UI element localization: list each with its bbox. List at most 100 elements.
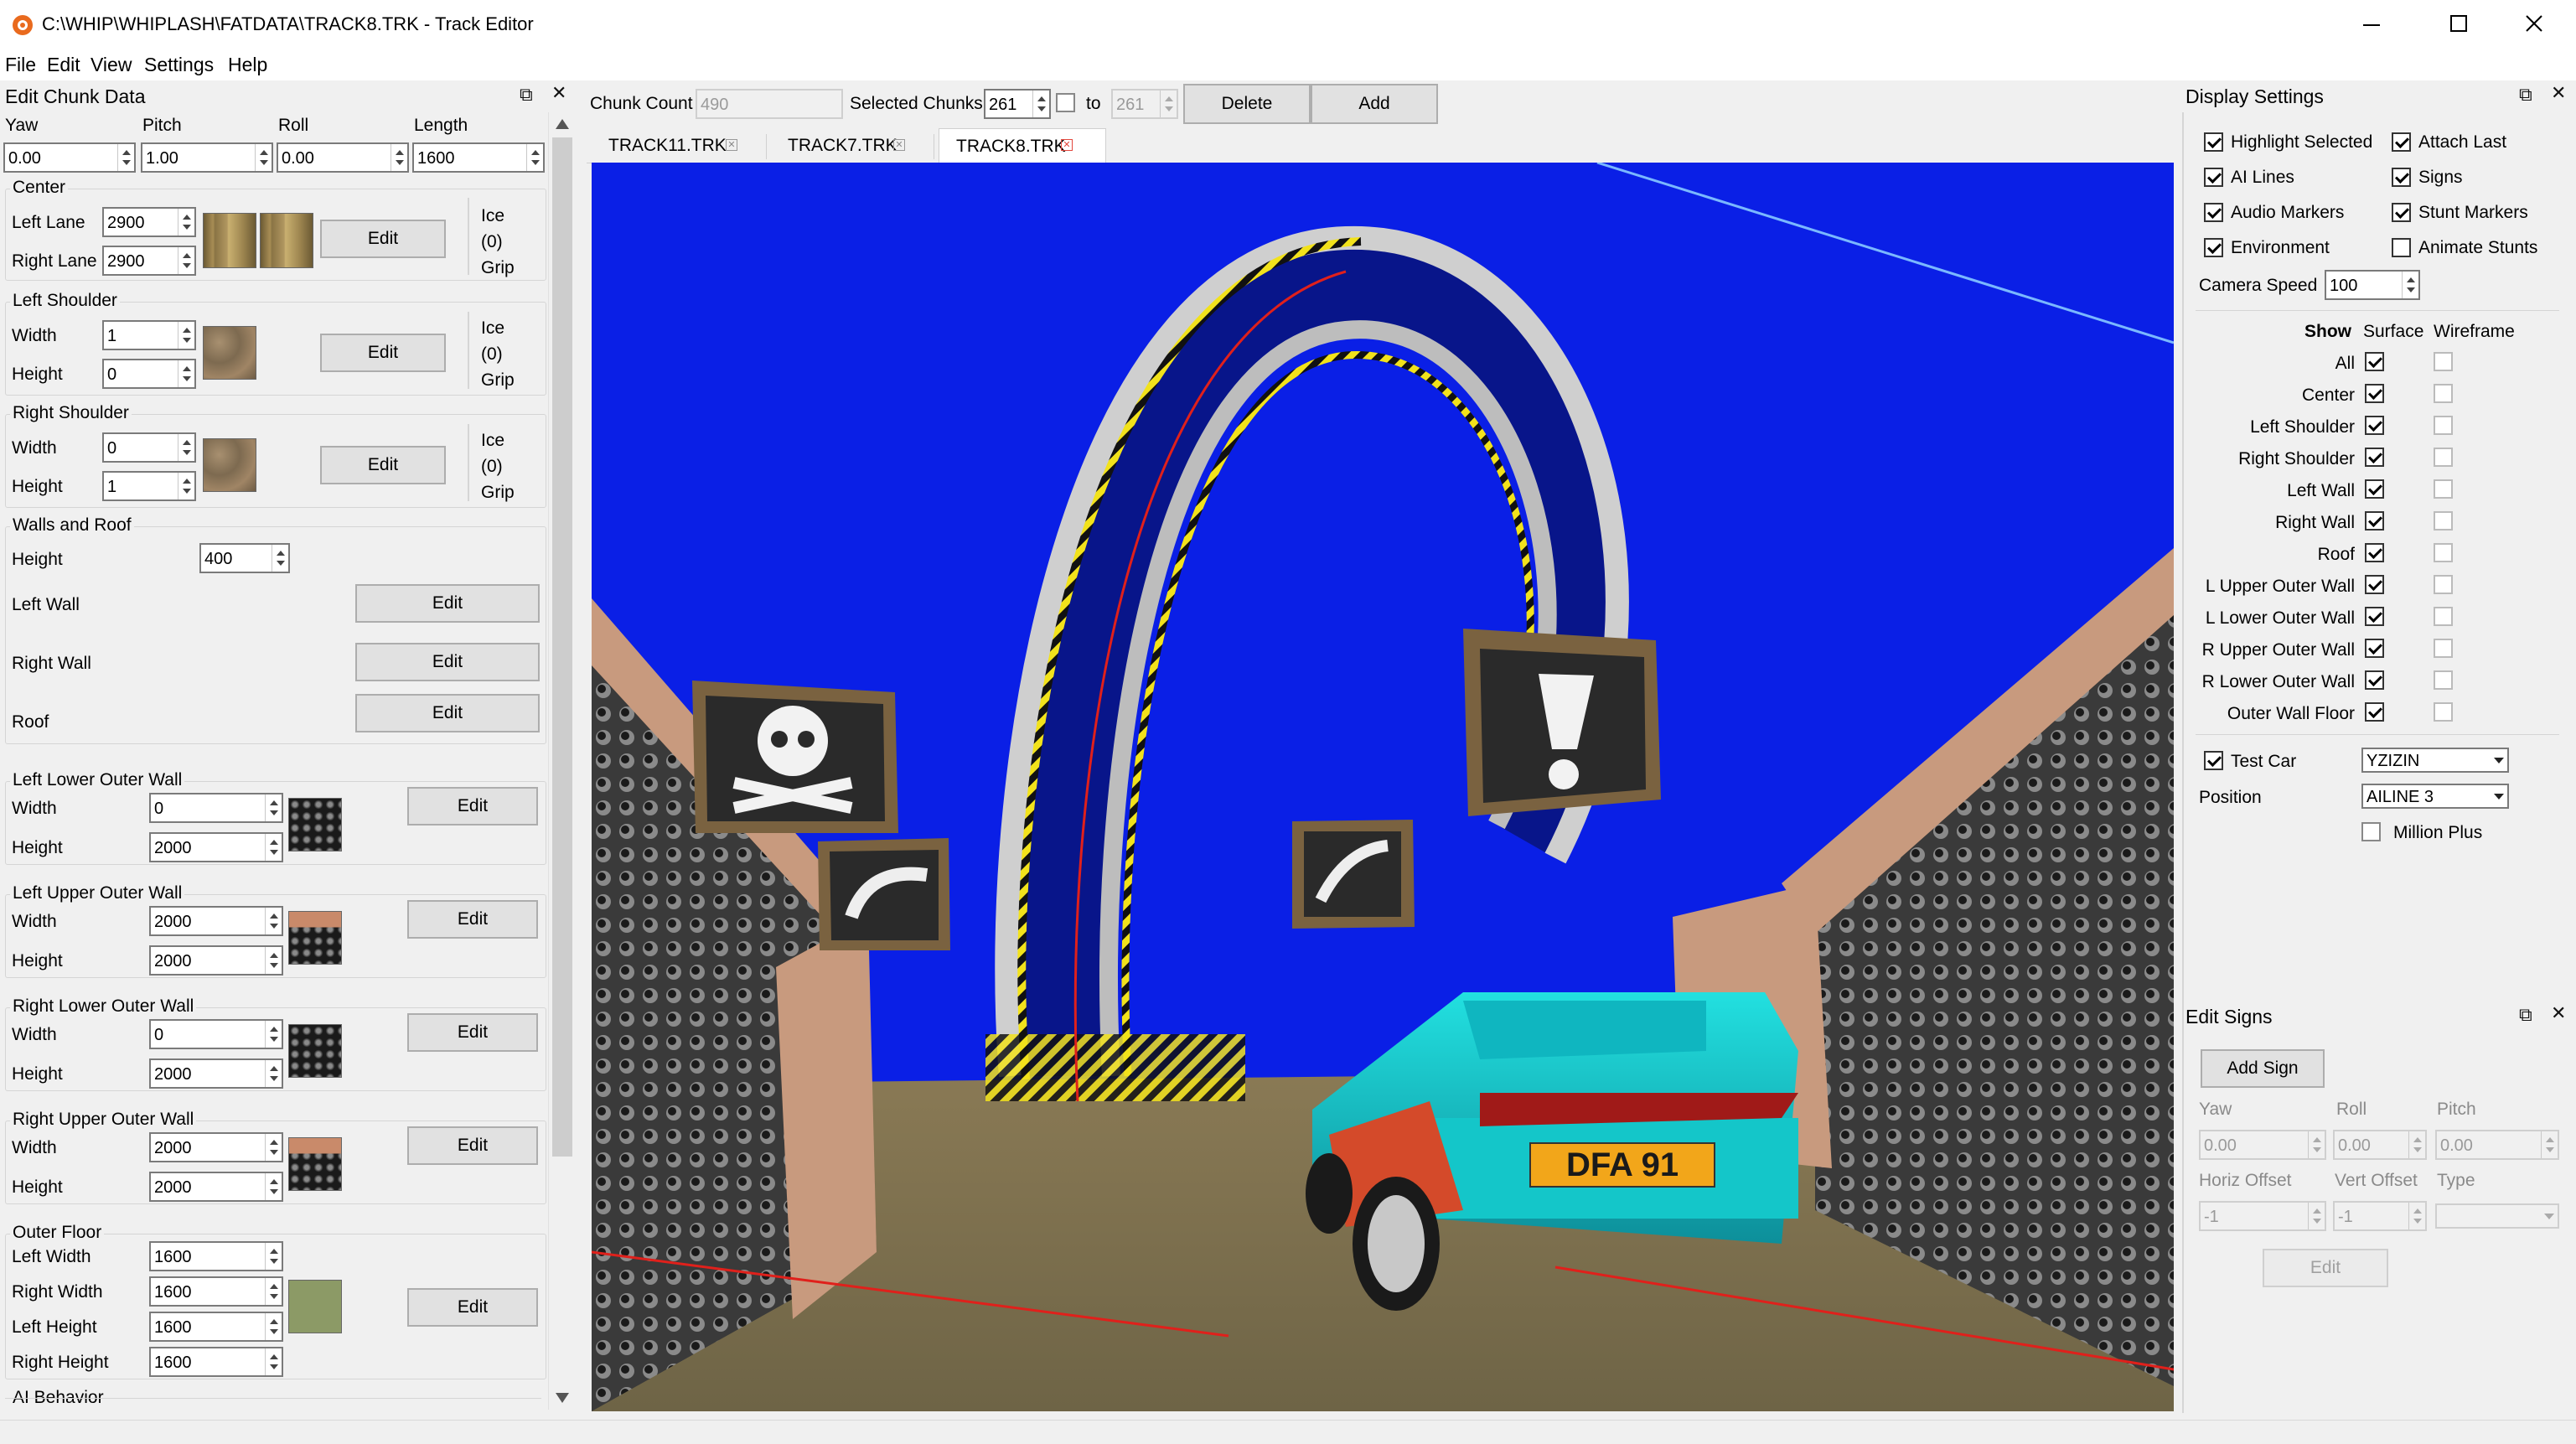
3d-viewport[interactable]: DFA 91 — [592, 163, 2174, 1411]
animate-stunts-checkbox[interactable] — [2392, 238, 2411, 257]
surface-checkbox-right-shoulder[interactable] — [2365, 448, 2384, 467]
float-icon[interactable]: ⧉ — [2519, 1004, 2532, 1026]
add-button[interactable]: Add — [1311, 84, 1438, 124]
tab-close-icon[interactable]: ✕ — [893, 139, 905, 151]
surface-checkbox-center[interactable] — [2365, 384, 2384, 403]
wireframe-checkbox-center[interactable] — [2434, 384, 2453, 403]
floor-edit-button[interactable]: Edit — [407, 1288, 538, 1327]
environment-checkbox[interactable] — [2204, 238, 2223, 257]
scroll-down-icon[interactable] — [556, 1393, 569, 1403]
close-panel-icon[interactable]: ✕ — [551, 82, 566, 104]
tab-track7[interactable]: TRACK7.TRK — [771, 128, 939, 163]
selected-from-input[interactable]: 261 — [984, 89, 1051, 119]
test-car-checkbox[interactable] — [2204, 751, 2223, 770]
walls-height-input[interactable]: 400 — [199, 543, 290, 573]
rs-height-input[interactable]: 1 — [102, 471, 196, 501]
rlow-edit-button[interactable]: Edit — [407, 1013, 538, 1052]
llow-height-input[interactable]: 2000 — [149, 832, 283, 862]
highlight-selected-checkbox[interactable] — [2204, 132, 2223, 152]
wireframe-checkbox-l-lower-outer-wall[interactable] — [2434, 607, 2453, 626]
tab-close-icon[interactable]: ✕ — [726, 139, 737, 151]
ls-width-input[interactable]: 1 — [102, 320, 196, 350]
attach-last-checkbox[interactable] — [2392, 132, 2411, 152]
wireframe-checkbox-left-wall[interactable] — [2434, 479, 2453, 499]
wireframe-checkbox-l-upper-outer-wall[interactable] — [2434, 575, 2453, 594]
signs-checkbox[interactable] — [2392, 168, 2411, 187]
menu-edit[interactable]: Edit — [47, 54, 80, 76]
wireframe-checkbox-left-shoulder[interactable] — [2434, 416, 2453, 435]
rs-edit-button[interactable]: Edit — [320, 446, 446, 484]
test-car-select[interactable]: YZIZIN — [2361, 748, 2509, 773]
add-sign-button[interactable]: Add Sign — [2201, 1049, 2325, 1088]
rup-edit-button[interactable]: Edit — [407, 1126, 538, 1165]
float-icon[interactable]: ⧉ — [2519, 84, 2532, 106]
floor-rh-input[interactable]: 1600 — [149, 1347, 283, 1377]
close-icon[interactable] — [2524, 13, 2544, 34]
rlow-width-input[interactable]: 0 — [149, 1019, 283, 1049]
pitch-input[interactable]: 1.00 — [141, 142, 273, 173]
position-select[interactable]: AILINE 3 — [2361, 784, 2509, 809]
right-wall-edit-button[interactable]: Edit — [355, 643, 540, 681]
rup-texture[interactable] — [288, 1137, 342, 1191]
float-icon[interactable]: ⧉ — [520, 84, 533, 106]
wireframe-checkbox-right-shoulder[interactable] — [2434, 448, 2453, 467]
lup-width-input[interactable]: 2000 — [149, 906, 283, 936]
audio-markers-checkbox[interactable] — [2204, 203, 2223, 222]
surface-checkbox-outer-wall-floor[interactable] — [2365, 702, 2384, 722]
rs-texture[interactable] — [203, 438, 256, 492]
surface-checkbox-roof[interactable] — [2365, 543, 2384, 562]
floor-rw-input[interactable]: 1600 — [149, 1276, 283, 1307]
right-lane-input[interactable]: 2900 — [102, 246, 196, 276]
lup-edit-button[interactable]: Edit — [407, 900, 538, 939]
delete-button[interactable]: Delete — [1183, 84, 1311, 124]
stunt-markers-checkbox[interactable] — [2392, 203, 2411, 222]
close-panel-icon[interactable]: ✕ — [2551, 1002, 2566, 1024]
wireframe-checkbox-right-wall[interactable] — [2434, 511, 2453, 531]
left-wall-edit-button[interactable]: Edit — [355, 584, 540, 623]
ls-texture[interactable] — [203, 326, 256, 380]
lup-height-input[interactable]: 2000 — [149, 945, 283, 976]
rlow-height-input[interactable]: 2000 — [149, 1058, 283, 1089]
tab-close-icon[interactable]: ✕ — [1061, 139, 1073, 151]
surface-checkbox-left-shoulder[interactable] — [2365, 416, 2384, 435]
left-lane-texture[interactable] — [203, 213, 256, 268]
lup-texture[interactable] — [288, 911, 342, 965]
menu-help[interactable]: Help — [228, 54, 267, 76]
menu-settings[interactable]: Settings — [144, 54, 214, 76]
ai-lines-checkbox[interactable] — [2204, 168, 2223, 187]
tab-track8-active[interactable]: TRACK8.TRK — [939, 128, 1106, 163]
floor-texture[interactable] — [288, 1280, 342, 1333]
llow-texture[interactable] — [288, 798, 342, 851]
scroll-up-icon[interactable] — [556, 119, 569, 129]
surface-checkbox-l-lower-outer-wall[interactable] — [2365, 607, 2384, 626]
wireframe-checkbox-all[interactable] — [2434, 352, 2453, 371]
rlow-texture[interactable] — [288, 1024, 342, 1078]
roll-input[interactable]: 0.00 — [277, 142, 409, 173]
wireframe-checkbox-r-upper-outer-wall[interactable] — [2434, 639, 2453, 658]
ls-edit-button[interactable]: Edit — [320, 334, 446, 372]
wireframe-checkbox-roof[interactable] — [2434, 543, 2453, 562]
million-plus-checkbox[interactable] — [2361, 822, 2381, 841]
center-edit-button[interactable]: Edit — [320, 220, 446, 258]
surface-checkbox-r-upper-outer-wall[interactable] — [2365, 639, 2384, 658]
surface-checkbox-left-wall[interactable] — [2365, 479, 2384, 499]
llow-edit-button[interactable]: Edit — [407, 787, 538, 826]
llow-width-input[interactable]: 0 — [149, 793, 283, 823]
camera-speed-input[interactable]: 100 — [2325, 270, 2420, 300]
scroll-thumb[interactable] — [552, 137, 572, 1157]
surface-checkbox-l-upper-outer-wall[interactable] — [2365, 575, 2384, 594]
menu-view[interactable]: View — [91, 54, 132, 76]
close-panel-icon[interactable]: ✕ — [2551, 82, 2566, 104]
rup-height-input[interactable]: 2000 — [149, 1172, 283, 1202]
roof-edit-button[interactable]: Edit — [355, 694, 540, 732]
surface-checkbox-all[interactable] — [2365, 352, 2384, 371]
right-lane-texture[interactable] — [260, 213, 313, 268]
surface-checkbox-r-lower-outer-wall[interactable] — [2365, 670, 2384, 690]
tab-track11[interactable]: TRACK11.TRK — [592, 128, 766, 163]
maximize-icon[interactable] — [2449, 13, 2469, 34]
minimize-icon[interactable] — [2361, 15, 2382, 35]
length-input[interactable]: 1600 — [412, 142, 545, 173]
range-checkbox[interactable] — [1056, 93, 1075, 112]
wireframe-checkbox-outer-wall-floor[interactable] — [2434, 702, 2453, 722]
ls-height-input[interactable]: 0 — [102, 359, 196, 389]
